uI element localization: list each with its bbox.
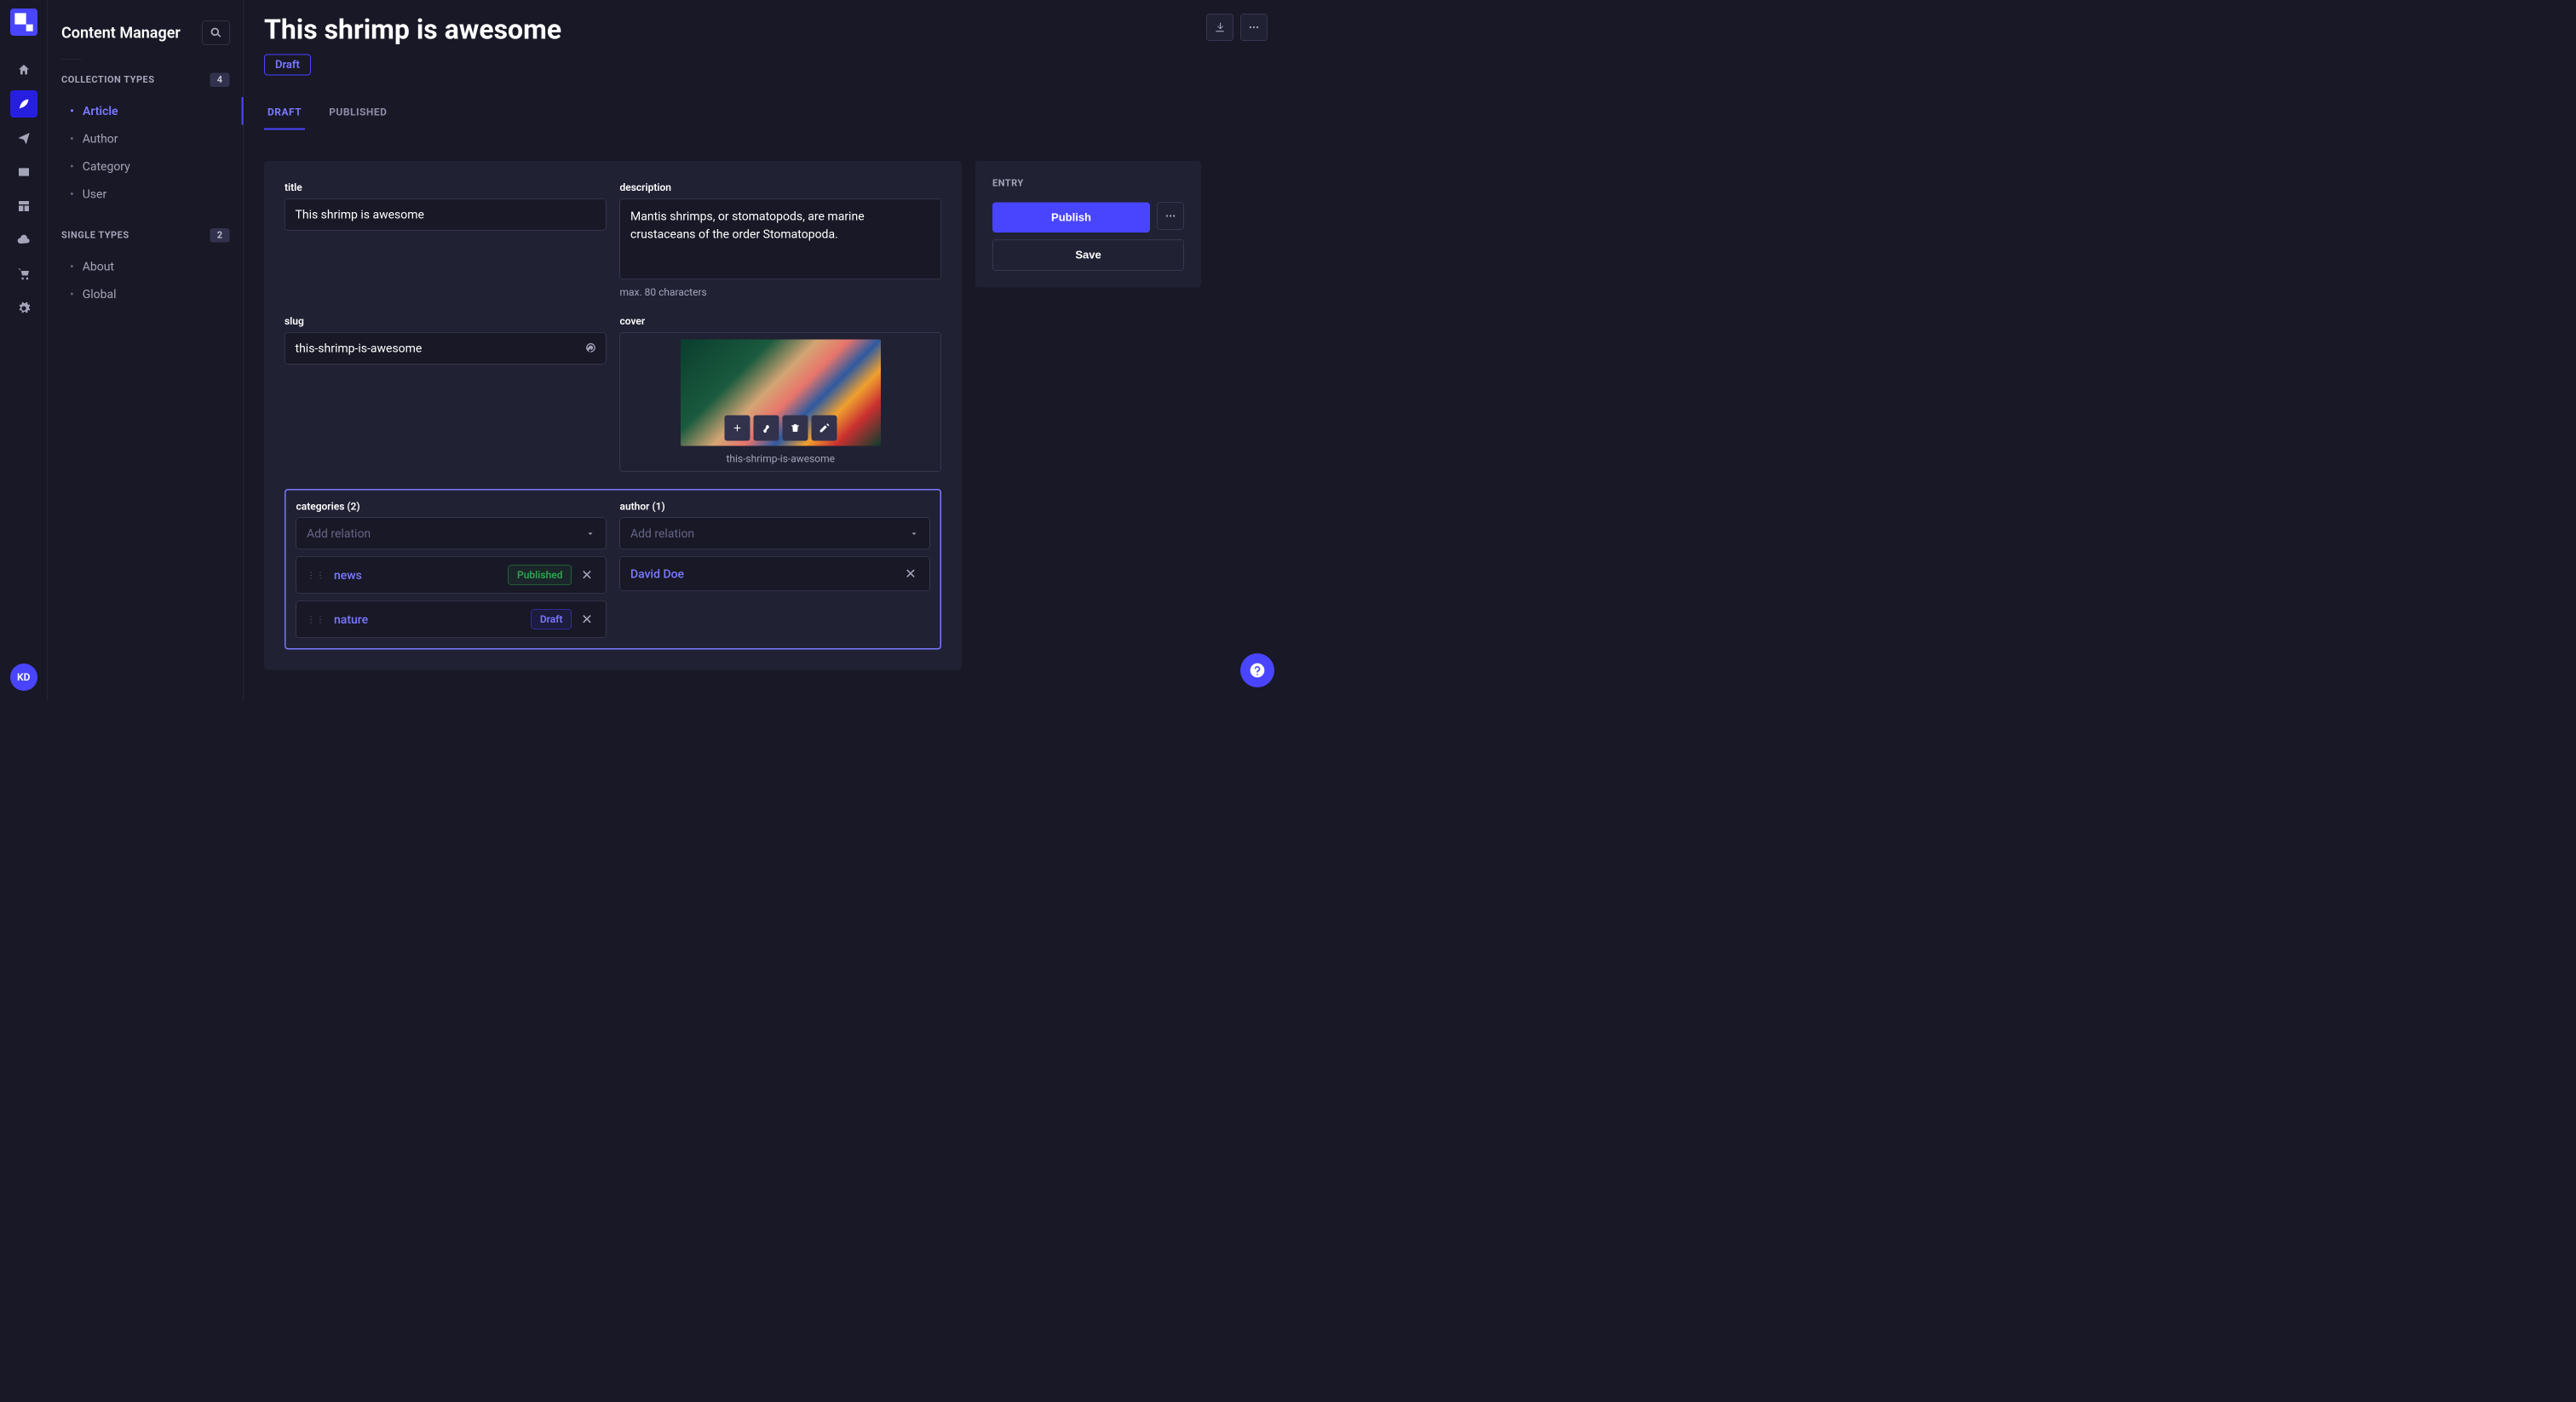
sidebar-item-user[interactable]: User	[61, 181, 230, 209]
remove-author-button[interactable]: ✕	[902, 566, 919, 583]
question-icon	[1249, 662, 1266, 679]
single-types-count: 2	[210, 228, 230, 243]
nav-settings[interactable]	[10, 295, 37, 322]
page-title: This shrimp is awesome	[264, 14, 561, 46]
tab-published[interactable]: PUBLISHED	[325, 96, 390, 130]
cover-delete-button[interactable]	[782, 416, 808, 441]
category-name[interactable]: news	[334, 568, 509, 583]
drag-handle-icon[interactable]: ⋮⋮	[307, 614, 325, 624]
cover-edit-button[interactable]	[811, 416, 837, 441]
cover-image[interactable]	[681, 340, 881, 446]
sidebar-item-category[interactable]: Category	[61, 152, 230, 181]
categories-label: categories (2)	[296, 501, 607, 513]
icon-rail: KD	[0, 0, 48, 701]
user-avatar[interactable]: KD	[10, 664, 37, 691]
relations-section: categories (2) Add relation ⋮⋮ news Publ…	[285, 489, 941, 650]
category-chip-nature: ⋮⋮ nature Draft ✕	[296, 600, 607, 638]
cover-link-button[interactable]	[753, 416, 779, 441]
landscape-icon	[17, 165, 31, 179]
divider	[61, 59, 82, 60]
cover-caption: this-shrimp-is-awesome	[726, 453, 835, 465]
description-label: description	[620, 181, 942, 193]
entry-panel: ENTRY Publish Save	[975, 161, 1201, 288]
single-types-heading: SINGLE TYPES	[61, 230, 129, 241]
main-content: This shrimp is awesome Draft DRAFT PUBLI…	[244, 0, 1288, 701]
caret-down-icon	[909, 528, 919, 538]
download-button[interactable]	[1206, 14, 1233, 41]
tab-draft[interactable]: DRAFT	[264, 96, 305, 130]
sidebar-title: Content Manager	[61, 24, 181, 42]
title-label: title	[285, 181, 607, 193]
author-placeholder: Add relation	[630, 526, 694, 541]
remove-category-button[interactable]: ✕	[578, 611, 595, 628]
logo-icon	[10, 9, 37, 36]
sidebar-item-author[interactable]: Author	[61, 125, 230, 153]
entry-heading: ENTRY	[992, 178, 1184, 189]
plus-icon	[732, 422, 743, 434]
link-icon	[761, 422, 772, 434]
collection-types-heading: COLLECTION TYPES	[61, 75, 155, 86]
author-chip: David Doe ✕	[620, 556, 930, 591]
categories-select[interactable]: Add relation	[296, 518, 607, 550]
trash-icon	[790, 422, 801, 434]
categories-placeholder: Add relation	[307, 526, 371, 541]
cart-icon	[17, 267, 31, 281]
nav-content[interactable]	[10, 90, 37, 118]
nav-builder[interactable]	[10, 192, 37, 220]
nav-cloud[interactable]	[10, 227, 37, 254]
category-status-badge: Draft	[531, 610, 572, 629]
more-actions-button[interactable]	[1240, 14, 1268, 41]
category-chip-news: ⋮⋮ news Published ✕	[296, 556, 607, 594]
form-panel: title description Mantis shrimps, or sto…	[264, 161, 962, 670]
sidebar: Content Manager COLLECTION TYPES 4 Artic…	[48, 0, 244, 701]
drag-handle-icon[interactable]: ⋮⋮	[307, 570, 325, 580]
cloud-icon	[17, 233, 31, 247]
paper-plane-icon	[17, 131, 31, 145]
feather-icon	[17, 97, 31, 111]
cover-label: cover	[620, 315, 942, 327]
sidebar-item-global[interactable]: Global	[61, 280, 230, 308]
sidebar-item-about[interactable]: About	[61, 253, 230, 281]
category-status-badge: Published	[509, 566, 572, 585]
description-hint: max. 80 characters	[620, 286, 942, 298]
cover-add-button[interactable]	[724, 416, 750, 441]
publish-more-button[interactable]	[1157, 203, 1184, 230]
search-button[interactable]	[203, 20, 230, 45]
app-logo[interactable]	[10, 9, 37, 36]
dots-icon	[1248, 21, 1260, 33]
status-badge: Draft	[264, 55, 311, 76]
slug-input[interactable]	[285, 332, 607, 365]
help-button[interactable]	[1240, 653, 1274, 687]
remove-category-button[interactable]: ✕	[578, 566, 595, 583]
cover-field: this-shrimp-is-awesome	[620, 332, 942, 472]
title-input[interactable]	[285, 198, 607, 231]
slug-label: slug	[285, 315, 607, 327]
search-icon	[210, 27, 222, 39]
author-name[interactable]: David Doe	[630, 566, 902, 581]
layout-icon	[17, 199, 31, 213]
collection-types-count: 4	[210, 73, 230, 88]
pencil-icon	[819, 422, 830, 434]
nav-send[interactable]	[10, 124, 37, 152]
home-icon	[17, 63, 31, 77]
nav-media[interactable]	[10, 158, 37, 186]
download-icon	[1214, 21, 1226, 33]
gear-icon	[17, 302, 31, 315]
refresh-icon	[584, 341, 598, 354]
caret-down-icon	[585, 528, 595, 538]
author-label: author (1)	[620, 501, 930, 513]
description-input[interactable]: Mantis shrimps, or stomatopods, are mari…	[620, 198, 942, 279]
tabs: DRAFT PUBLISHED	[264, 96, 1268, 131]
dots-icon	[1164, 210, 1176, 222]
author-select[interactable]: Add relation	[620, 518, 930, 550]
sidebar-item-article[interactable]: Article	[61, 97, 230, 125]
nav-marketplace[interactable]	[10, 261, 37, 288]
category-name[interactable]: nature	[334, 612, 531, 627]
nav-home[interactable]	[10, 56, 37, 83]
save-button[interactable]: Save	[992, 239, 1184, 271]
publish-button[interactable]: Publish	[992, 203, 1150, 233]
slug-regenerate-button[interactable]	[584, 341, 598, 356]
